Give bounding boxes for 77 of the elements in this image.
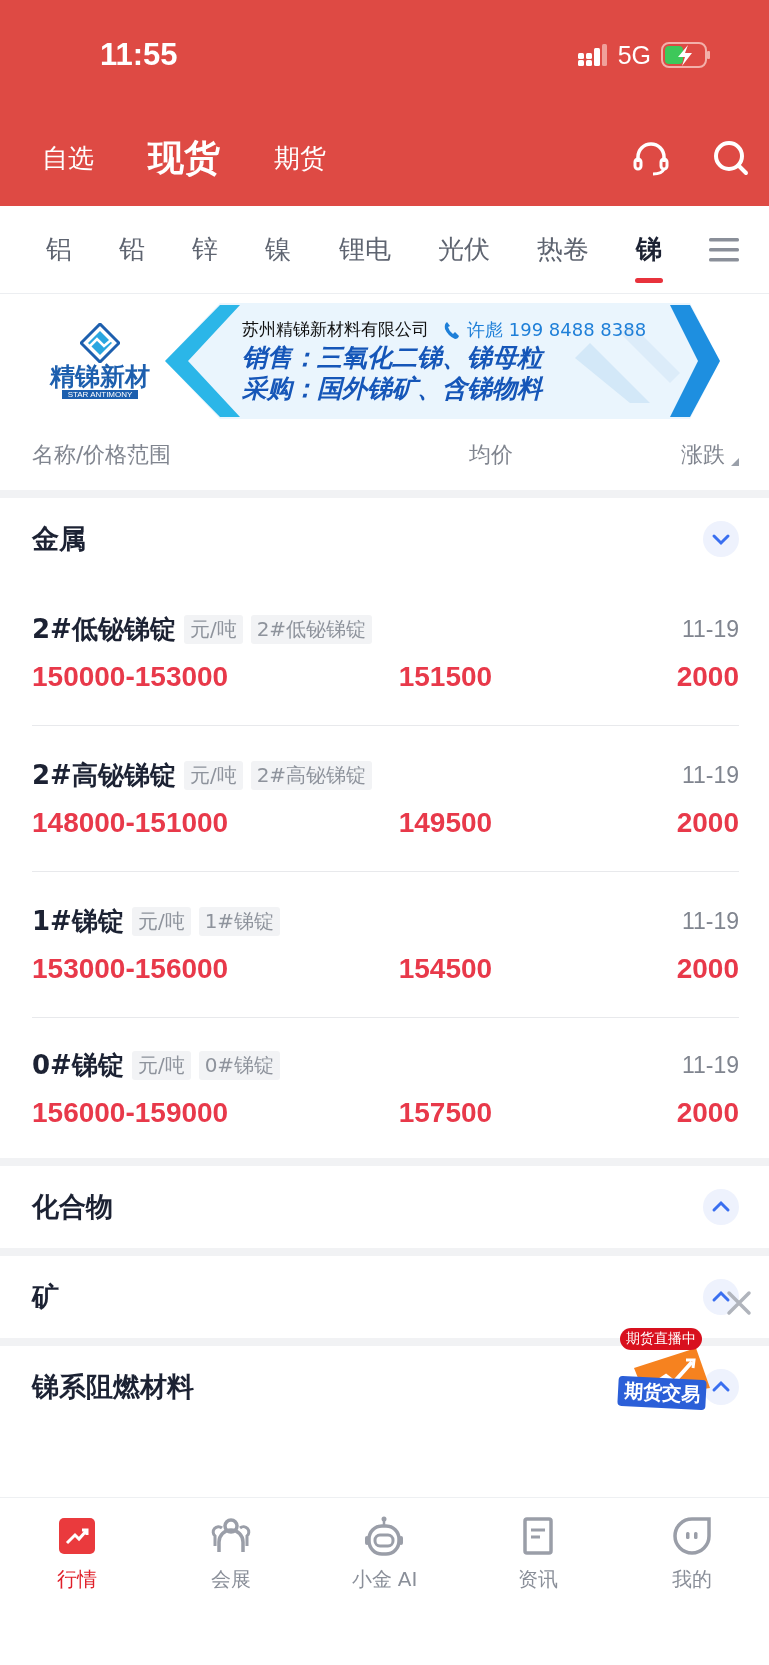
nav-item[interactable]: 我的	[615, 1516, 769, 1593]
category-tab[interactable]: 铝	[46, 215, 72, 284]
category-tab[interactable]: 锌	[192, 215, 219, 284]
header-tab[interactable]: 现货	[148, 133, 220, 183]
signal-icon	[577, 44, 608, 66]
alias-tag: 2#高铋锑锭	[250, 761, 373, 790]
chat-face-icon	[672, 1516, 713, 1556]
chart-icon	[56, 1516, 97, 1556]
average-price: 149500	[398, 807, 494, 839]
price-change: 2000	[676, 1096, 739, 1129]
section-title[interactable]: 锑系阻燃材料	[32, 1369, 194, 1405]
robot-icon	[364, 1516, 405, 1556]
section-title[interactable]: 金属	[32, 521, 86, 557]
search-icon[interactable]	[711, 138, 751, 178]
sort-icon	[731, 458, 739, 466]
category-tab[interactable]: 镍	[265, 215, 292, 284]
average-price: 154500	[398, 953, 494, 985]
column-header: 均价	[469, 441, 514, 469]
status-time: 11:55	[100, 37, 178, 73]
product-name[interactable]: 1#锑锭	[32, 904, 124, 939]
price-date: 11-19	[681, 616, 739, 643]
diamond-logo-icon	[80, 322, 120, 363]
price-change: 2000	[676, 661, 739, 693]
unit-tag: 元/吨	[131, 907, 191, 936]
price-change: 2000	[676, 953, 739, 985]
section-title[interactable]: 化合物	[32, 1189, 113, 1225]
column-header: 名称/价格范围	[32, 441, 173, 469]
category-tab[interactable]: 光伏	[437, 215, 490, 284]
alias-tag: 2#低铋锑锭	[250, 615, 373, 644]
header-tab[interactable]: 期货	[274, 140, 326, 176]
unit-tag: 元/吨	[183, 761, 243, 790]
nav-item[interactable]: 资讯	[461, 1516, 616, 1593]
ad-banner[interactable]: 精锑新材 STAR ANTIMONY 苏州精锑新材料有限公司 许彪 199 8488 8388 销售：三氧化二锑、锑母粒 采购：国外锑矿、含锑物料	[30, 302, 739, 420]
price-change: 2000	[676, 807, 739, 839]
product-name[interactable]: 2#高铋锑锭	[32, 758, 176, 793]
banner-slogan: 销售：三氧化二锑、锑母粒	[242, 341, 647, 373]
category-tab[interactable]: 锑	[635, 215, 662, 284]
unit-tag: 元/吨	[131, 1050, 191, 1080]
phone-icon	[443, 319, 461, 340]
column-header[interactable]: 涨跌	[681, 440, 739, 470]
chevron-down-icon[interactable]	[703, 521, 739, 557]
header-tab[interactable]: 自选	[42, 140, 94, 176]
section-title[interactable]: 矿	[32, 1279, 59, 1315]
product-name[interactable]: 0#锑锭	[32, 1047, 124, 1083]
chevron-up-icon[interactable]	[703, 1369, 739, 1405]
price-range: 148000-151000	[32, 807, 230, 839]
chevron-up-icon[interactable]	[703, 1279, 739, 1315]
category-tab[interactable]: 热卷	[536, 215, 589, 284]
category-tab[interactable]: 锂电	[338, 215, 391, 284]
product-name[interactable]: 2#低铋锑锭	[32, 612, 176, 647]
average-price: 151500	[398, 661, 494, 693]
category-tab[interactable]: 铅	[119, 215, 146, 284]
price-range: 153000-156000	[32, 953, 230, 985]
nav-item[interactable]: 小金 AI	[307, 1516, 462, 1593]
price-date: 11-19	[681, 1051, 739, 1079]
logo-subtext: STAR ANTIMONY	[61, 390, 139, 400]
banner-slogan: 采购：国外锑矿、含锑物料	[242, 373, 545, 405]
contact-info: 许彪 199 8488 8388	[467, 317, 647, 342]
company-name: 苏州精锑新材料有限公司	[242, 318, 429, 342]
menu-icon[interactable]	[709, 236, 739, 263]
alias-tag: 1#锑锭	[198, 907, 281, 936]
live-badge: 期货直播中	[620, 1328, 702, 1350]
unit-tag: 元/吨	[183, 615, 243, 644]
battery-icon	[661, 42, 711, 68]
price-range: 150000-153000	[32, 661, 230, 693]
price-date: 11-19	[681, 908, 739, 935]
chevron-up-icon[interactable]	[703, 1189, 739, 1225]
alias-tag: 0#锑锭	[198, 1050, 281, 1080]
ad-label: 期货交易	[617, 1375, 707, 1411]
network-label: 5G	[617, 40, 651, 70]
average-price: 157500	[398, 1096, 494, 1129]
floating-ad[interactable]: 期货直播中 期货交易	[618, 1328, 720, 1410]
nav-item[interactable]: 行情	[0, 1516, 154, 1593]
logo-text: 精锑新材	[50, 362, 150, 391]
nav-item[interactable]: 会展	[153, 1516, 308, 1593]
price-date: 11-19	[681, 762, 739, 789]
price-range: 156000-159000	[32, 1096, 230, 1129]
